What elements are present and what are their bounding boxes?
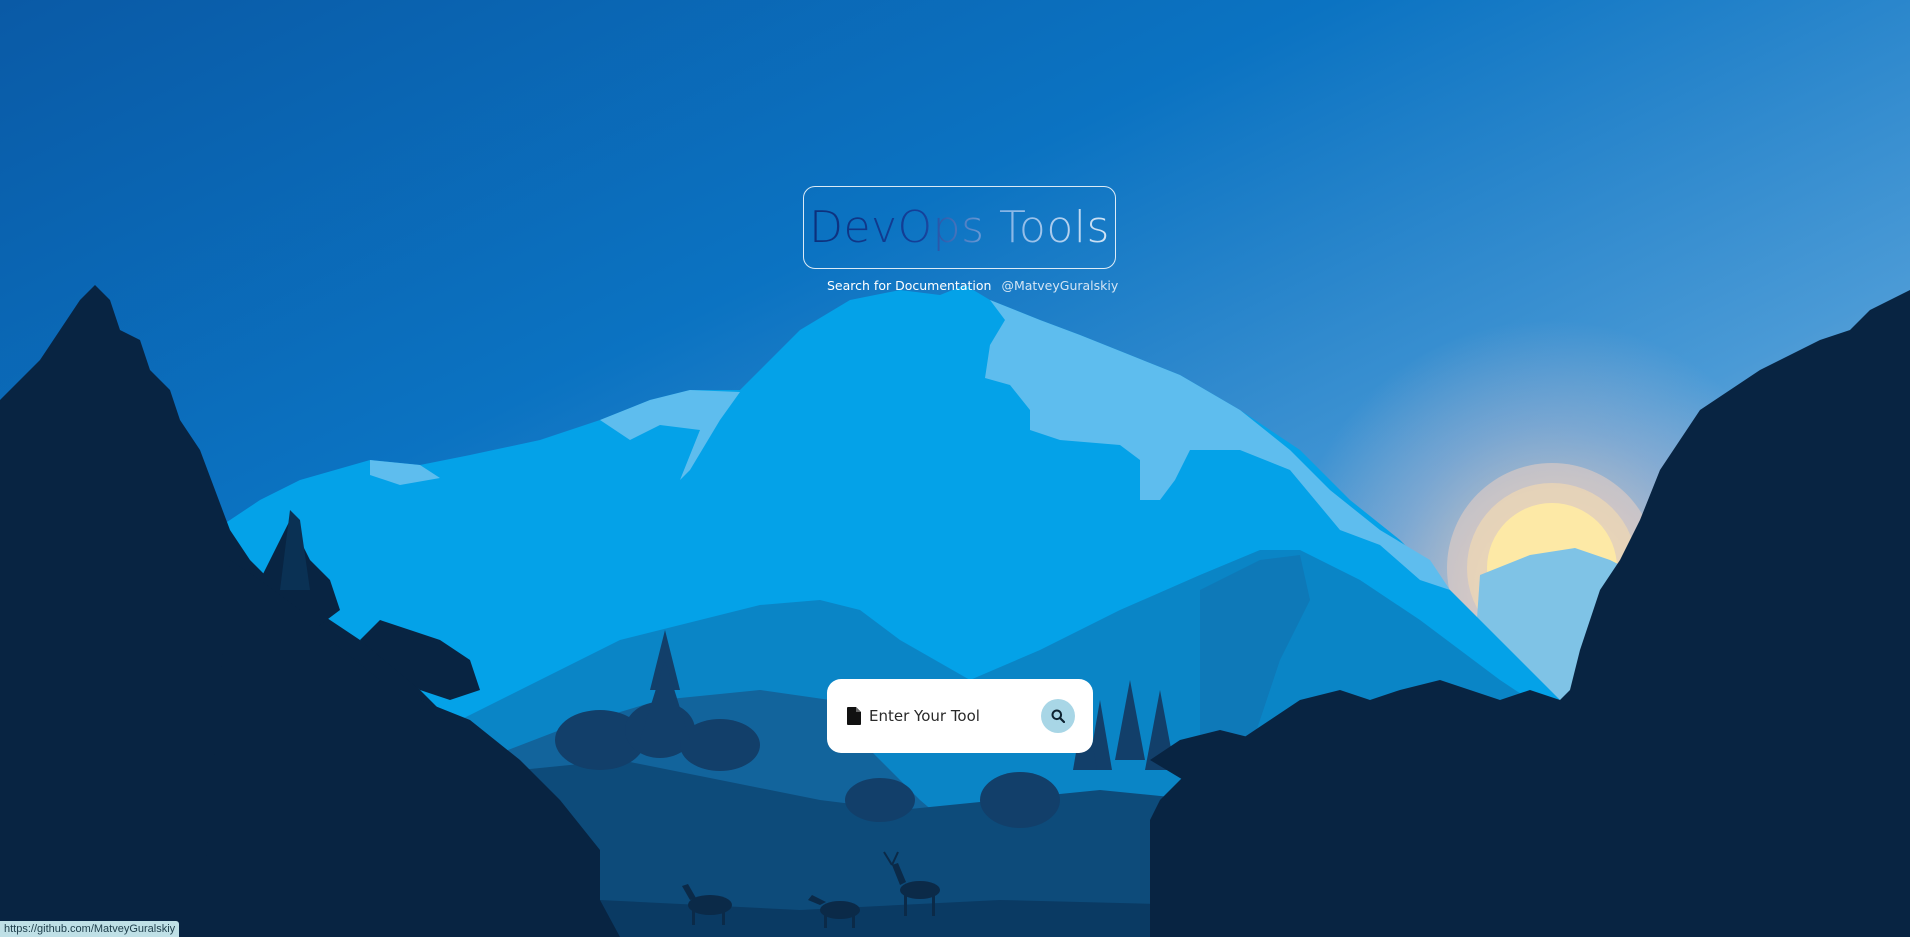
search-button[interactable] [1041,699,1075,733]
search-icon [1051,709,1065,723]
subtitle: Search for Documentation @MatveyGuralski… [827,278,1118,293]
search-form [827,679,1093,753]
search-input[interactable] [869,707,1041,725]
file-icon [847,707,861,725]
page-title: DevOps Tools [809,202,1110,253]
landscape-illustration [0,0,1910,937]
subtitle-text: Search for Documentation [827,278,992,293]
background-landscape [0,0,1910,937]
title-box: DevOps Tools [803,186,1116,269]
status-bar-url: https://github.com/MatveyGuralskiy [0,921,180,937]
author-link[interactable]: @MatveyGuralskiy [1001,278,1118,293]
